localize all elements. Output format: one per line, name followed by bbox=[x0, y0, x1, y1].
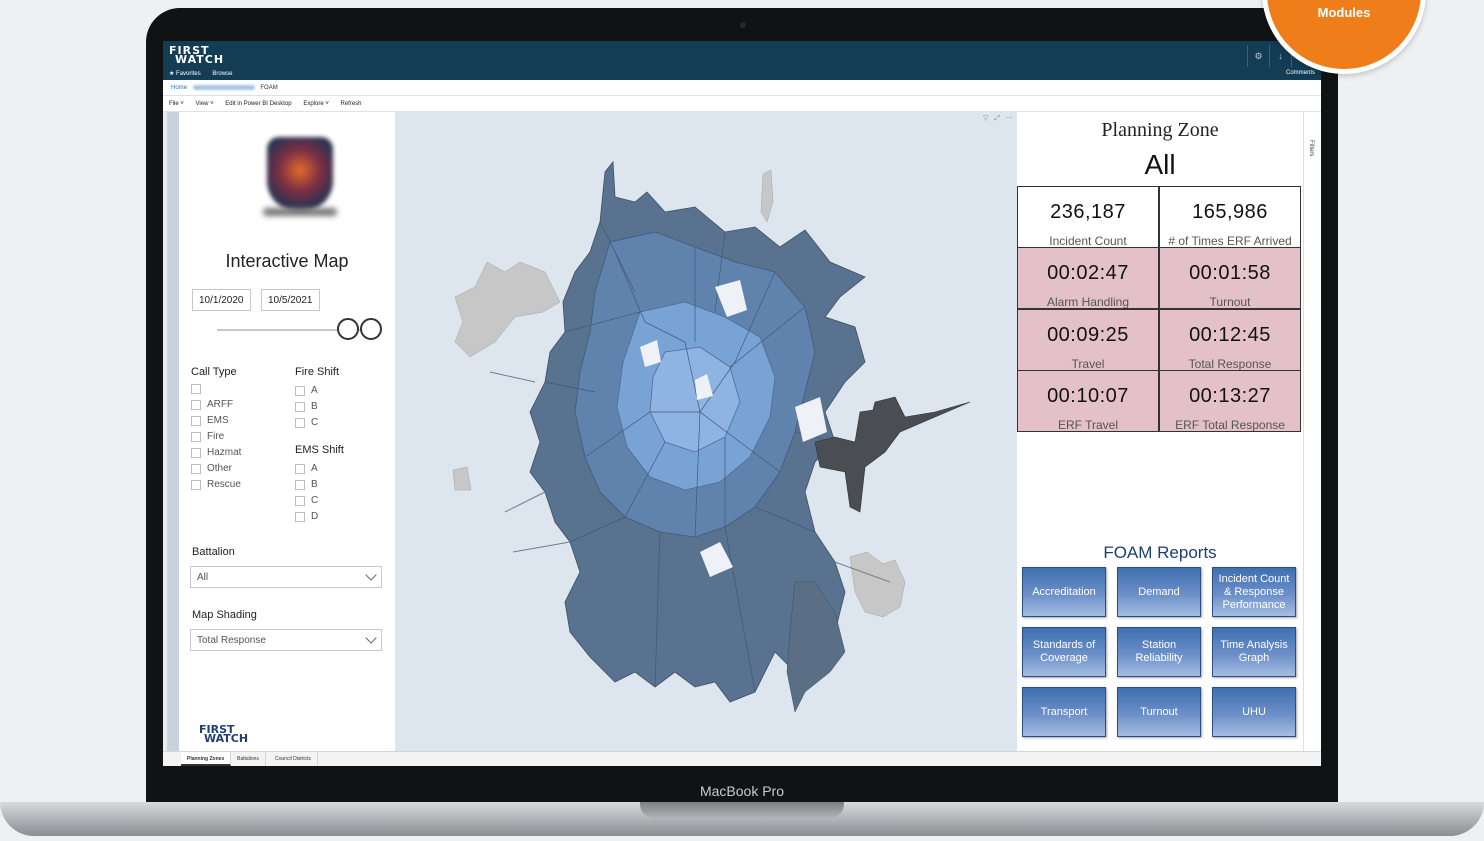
battalion-title: Battalion bbox=[192, 546, 235, 558]
map-region bbox=[760, 169, 774, 223]
demand-button[interactable]: Demand bbox=[1117, 567, 1201, 617]
kpi-card: 00:13:27 ERF Total Response bbox=[1159, 370, 1301, 432]
date-slider-end-handle[interactable] bbox=[360, 318, 382, 340]
foam-reports-title: FOAM Reports bbox=[1103, 543, 1217, 562]
map-region bbox=[814, 396, 971, 513]
map-shading-title: Map Shading bbox=[192, 609, 257, 621]
turnout-button[interactable]: Turnout bbox=[1117, 687, 1201, 737]
chevron-down-icon bbox=[365, 569, 377, 581]
end-date-input[interactable]: 10/5/2021 bbox=[261, 289, 320, 311]
nav-links: ★ Favorites Browse bbox=[169, 70, 242, 77]
incident-count-button[interactable]: Incident Count & Response Performance bbox=[1212, 567, 1296, 617]
view-menu[interactable]: View ˅ bbox=[196, 101, 214, 107]
breadcrumb-home[interactable]: Home bbox=[171, 85, 187, 91]
breadcrumb-current: FOAM bbox=[260, 85, 278, 92]
comments-button[interactable]: Comments bbox=[1286, 70, 1315, 76]
breadcrumb: Home FOAM bbox=[163, 80, 1321, 96]
map-region bbox=[454, 261, 561, 358]
ems-shift-checkbox[interactable]: D bbox=[295, 511, 318, 522]
map-shading-dropdown[interactable]: Total Response bbox=[190, 629, 382, 651]
fire-shift-title: Fire Shift bbox=[295, 366, 340, 378]
planning-zone-value: All bbox=[1144, 149, 1176, 180]
uhu-button[interactable]: UHU bbox=[1212, 687, 1296, 737]
browse-link[interactable]: Browse bbox=[212, 71, 232, 77]
file-menu[interactable]: File ˅ bbox=[169, 101, 184, 107]
battalion-dropdown[interactable]: All bbox=[190, 566, 382, 588]
planning-zone-title: Planning Zone bbox=[1101, 119, 1219, 141]
fire-shift-checkbox[interactable]: A bbox=[295, 385, 318, 396]
date-slider-start-handle[interactable] bbox=[337, 318, 359, 340]
fire-shift-checkbox[interactable]: C bbox=[295, 417, 318, 428]
department-logo-text bbox=[263, 208, 337, 216]
call-type-checkbox[interactable] bbox=[191, 384, 207, 394]
filters-label: Filters bbox=[1308, 140, 1314, 157]
kpi-card: 00:09:25 Travel bbox=[1017, 309, 1159, 371]
call-type-checkbox[interactable]: Fire bbox=[191, 431, 224, 442]
ems-shift-checkbox[interactable]: C bbox=[295, 495, 318, 506]
station-reliability-button[interactable]: Station Reliability bbox=[1117, 627, 1201, 677]
ems-shift-checkbox[interactable]: B bbox=[295, 479, 318, 490]
kpi-card: 165,986 # of Times ERF Arrived bbox=[1159, 186, 1301, 248]
tab-council-districts[interactable]: Council Districts bbox=[269, 752, 318, 766]
chevron-down-icon bbox=[365, 632, 377, 644]
map-region bbox=[452, 466, 472, 491]
slicer-panel: Interactive Map 10/1/2020 10/5/2021 Call… bbox=[179, 112, 395, 751]
firstwatch-logo: FIRST WATCH bbox=[169, 44, 225, 66]
kpi-card: 00:02:47 Alarm Handling bbox=[1017, 247, 1159, 309]
kpi-card: 00:10:07 ERF Travel bbox=[1017, 370, 1159, 432]
visual-header-icons[interactable]: ▽ ⤢ ⋯ bbox=[983, 114, 1015, 123]
call-type-checkbox[interactable]: Rescue bbox=[191, 479, 241, 490]
time-analysis-graph-button[interactable]: Time Analysis Graph bbox=[1212, 627, 1296, 677]
app-header: FIRST WATCH ★ Favorites Browse ⚙ ↓ ? Com… bbox=[163, 41, 1321, 80]
refresh-button[interactable]: Refresh bbox=[341, 101, 362, 107]
breadcrumb-blurred bbox=[192, 85, 255, 90]
call-type-checkbox[interactable]: Hazmat bbox=[191, 447, 241, 458]
transport-button[interactable]: Transport bbox=[1022, 687, 1106, 737]
accreditation-button[interactable]: Accreditation bbox=[1022, 567, 1106, 617]
kpi-card: 236,187 Incident Count bbox=[1017, 186, 1159, 248]
gear-icon[interactable]: ⚙ bbox=[1247, 45, 1269, 67]
fire-shift-checkbox[interactable]: B bbox=[295, 401, 318, 412]
kpi-card: 00:12:45 Total Response bbox=[1159, 309, 1301, 371]
laptop-notch bbox=[640, 802, 844, 818]
device-label: MacBook Pro bbox=[699, 783, 785, 799]
map-svg bbox=[452, 160, 971, 713]
call-type-checkbox[interactable]: Other bbox=[191, 463, 232, 474]
explore-menu[interactable]: Explore ˅ bbox=[303, 101, 329, 107]
page-tabs: Planning Zones Battalions Council Distri… bbox=[163, 751, 1321, 766]
planning-zone-map[interactable] bbox=[395, 112, 1017, 751]
ems-shift-checkbox[interactable]: A bbox=[295, 463, 318, 474]
start-date-input[interactable]: 10/1/2020 bbox=[192, 289, 251, 311]
filters-pane-toggle[interactable]: Filters bbox=[1303, 112, 1321, 751]
left-rail bbox=[167, 112, 179, 751]
edit-desktop-button[interactable]: Edit in Power BI Desktop bbox=[225, 101, 291, 107]
department-logo bbox=[267, 137, 333, 211]
tab-planning-zones[interactable]: Planning Zones bbox=[181, 752, 232, 766]
tab-battalions[interactable]: Battalions bbox=[231, 752, 266, 766]
report-toolbar: File ˅ View ˅ Edit in Power BI Desktop E… bbox=[163, 97, 1321, 112]
call-type-title: Call Type bbox=[191, 366, 237, 378]
screen: FIRST WATCH ★ Favorites Browse ⚙ ↓ ? Com… bbox=[163, 41, 1321, 766]
camera-icon bbox=[740, 22, 746, 28]
map-region bbox=[849, 551, 906, 618]
firstwatch-footer-logo: FIRST WATCH bbox=[199, 723, 249, 745]
call-type-checkbox[interactable]: EMS bbox=[191, 415, 229, 426]
standards-of-coverage-button[interactable]: Standards of Coverage bbox=[1022, 627, 1106, 677]
page-title: Interactive Map bbox=[225, 251, 349, 271]
ems-shift-title: EMS Shift bbox=[295, 444, 344, 456]
call-type-checkbox[interactable]: ARFF bbox=[191, 399, 233, 410]
kpi-card: 00:01:58 Turnout bbox=[1159, 247, 1301, 309]
kpi-panel: Planning Zone All 236,187 Incident Count… bbox=[1017, 112, 1303, 751]
favorites-link[interactable]: ★ Favorites bbox=[169, 71, 201, 77]
